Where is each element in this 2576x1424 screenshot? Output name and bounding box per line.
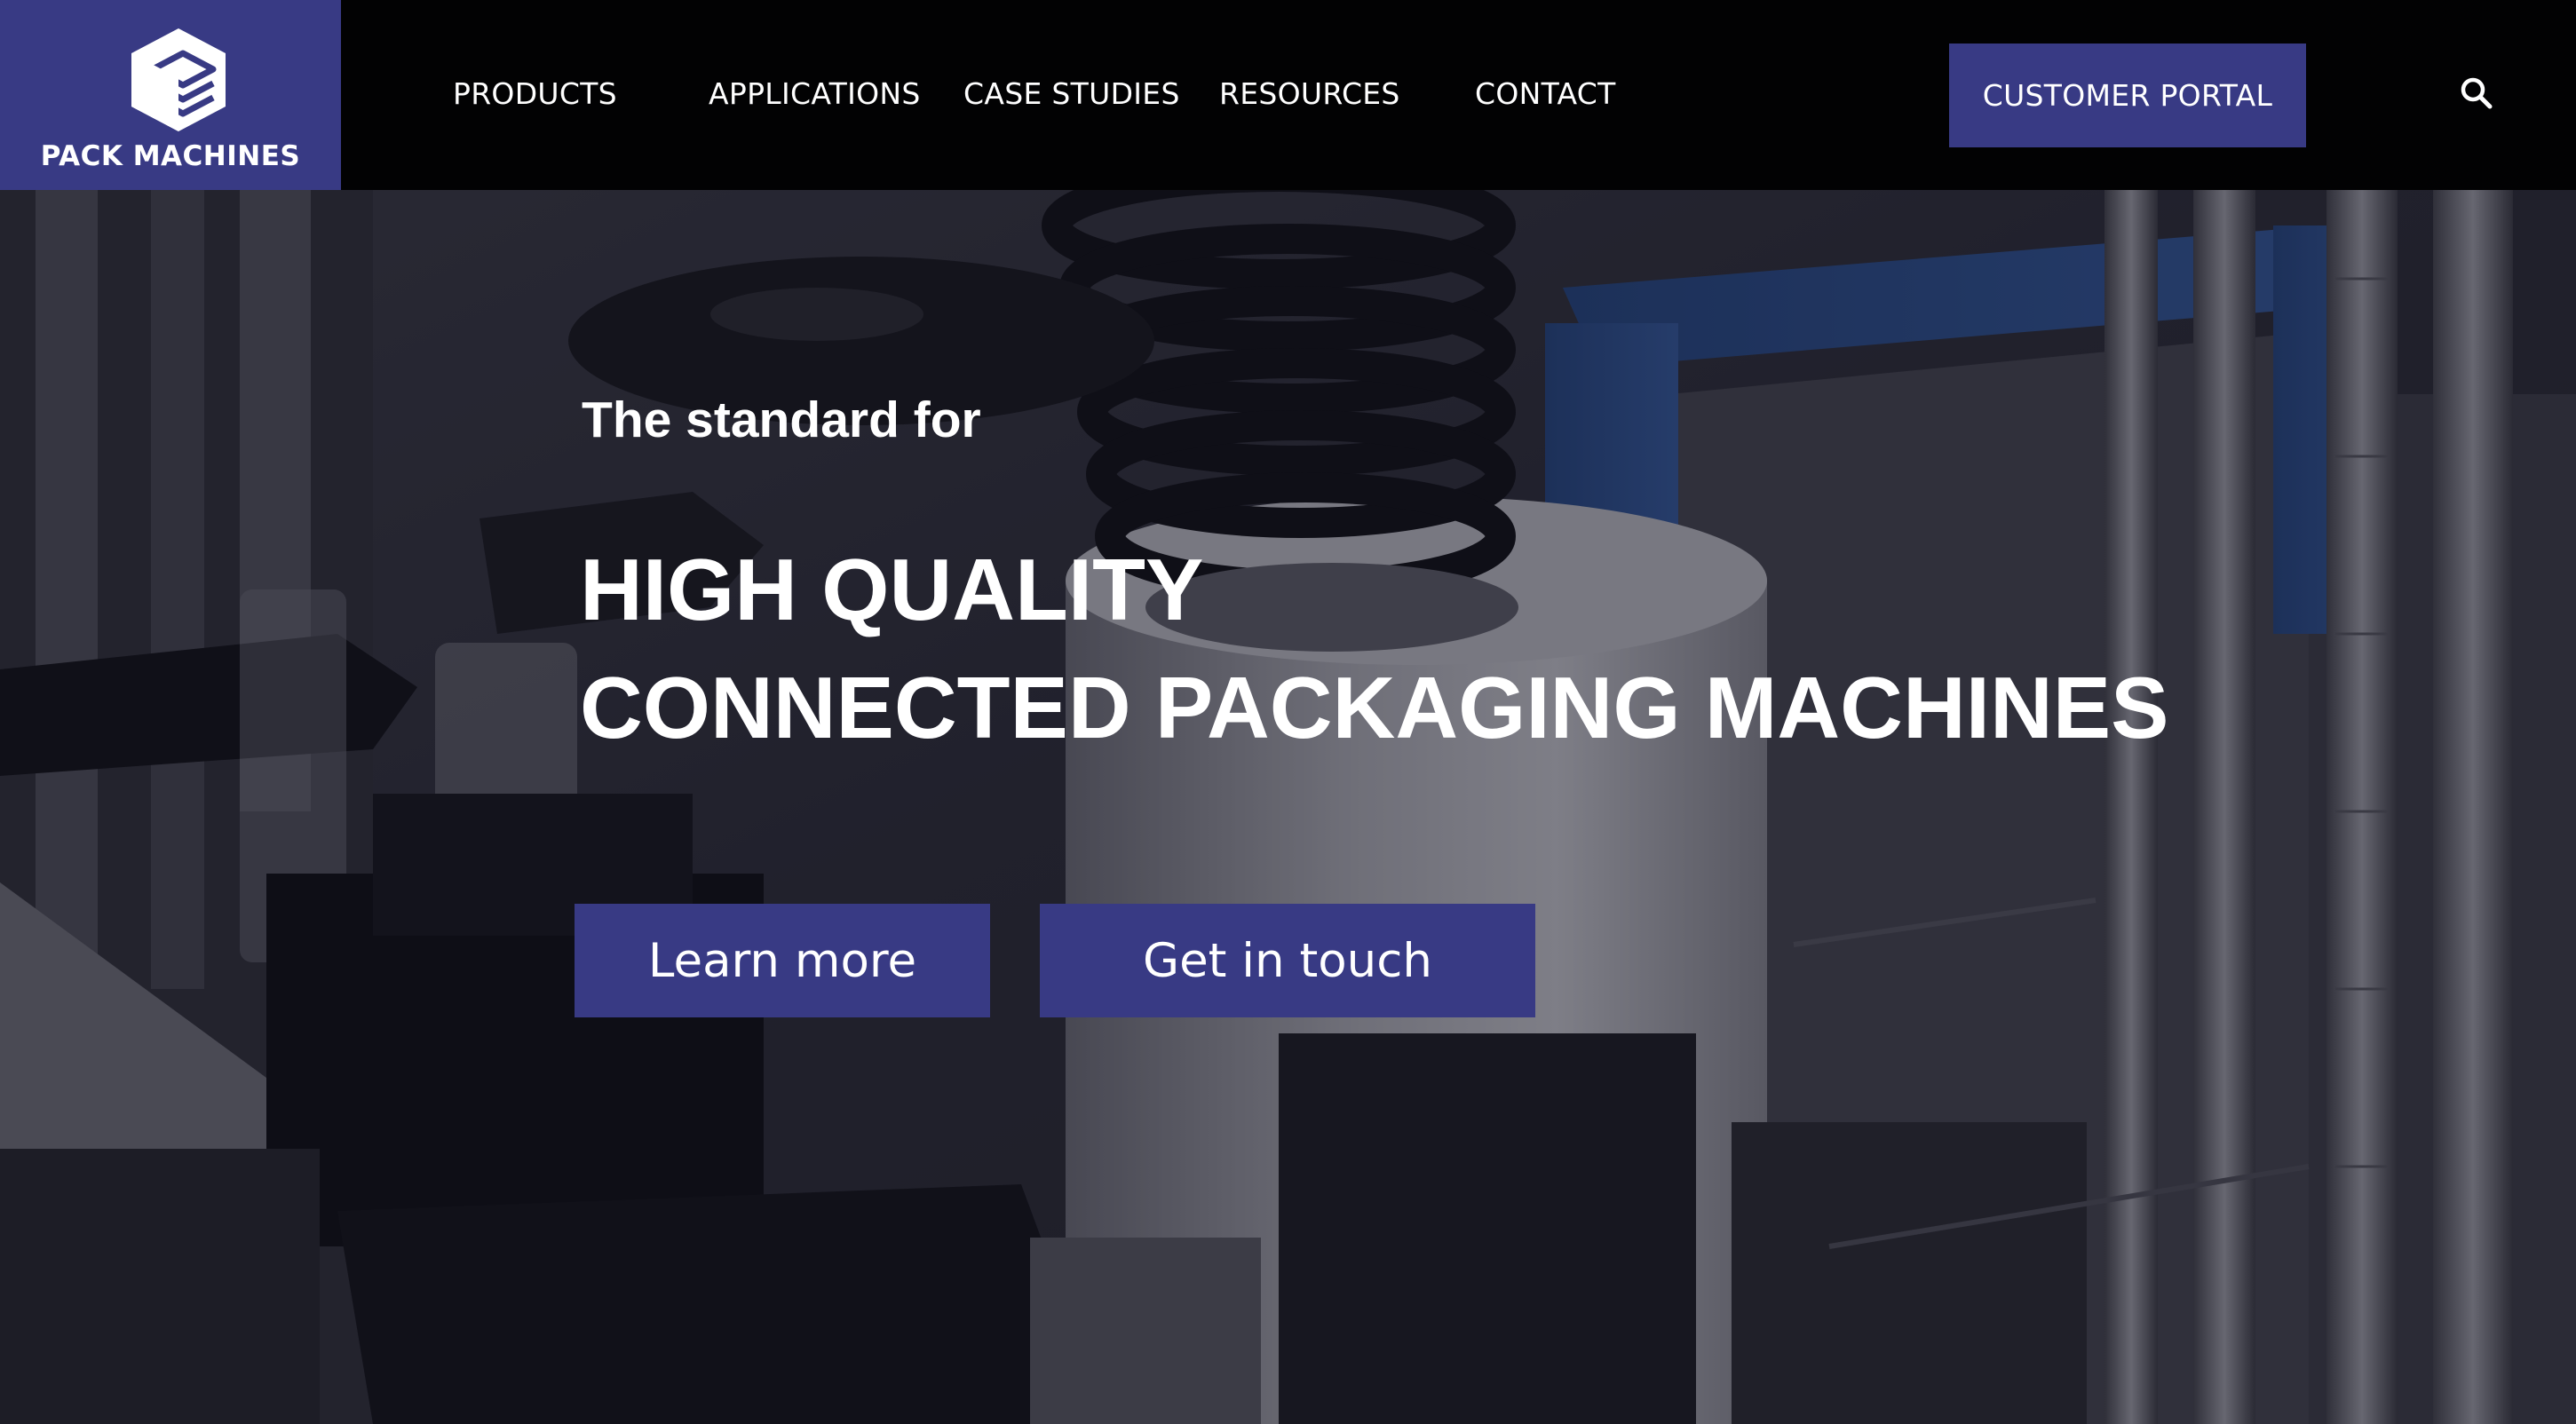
hero-headline-line-2: CONNECTED PACKAGING MACHINES bbox=[580, 659, 2169, 756]
nav-item-contact[interactable]: CONTACT bbox=[1475, 76, 1616, 111]
stacked-boxes-logo-icon bbox=[131, 28, 226, 131]
hero-section: The standard for HIGH QUALITY CONNECTED … bbox=[0, 190, 2576, 1424]
site-header: PACK MACHINES PRODUCTS APPLICATIONS CASE… bbox=[0, 0, 2576, 190]
nav-item-applications[interactable]: APPLICATIONS bbox=[709, 76, 921, 111]
brand-name: PACK MACHINES bbox=[40, 140, 301, 172]
nav-item-resources[interactable]: RESOURCES bbox=[1219, 76, 1400, 111]
hero-headline-line-1: HIGH QUALITY bbox=[580, 541, 1204, 638]
hero-eyebrow: The standard for bbox=[582, 392, 981, 448]
hero-headline: HIGH QUALITY CONNECTED PACKAGING MACHINE… bbox=[580, 531, 2168, 767]
nav-item-case-studies[interactable]: CASE STUDIES bbox=[963, 76, 1180, 111]
get-in-touch-button[interactable]: Get in touch bbox=[1040, 904, 1535, 1017]
customer-portal-button[interactable]: CUSTOMER PORTAL bbox=[1949, 44, 2306, 147]
learn-more-button[interactable]: Learn more bbox=[575, 904, 990, 1017]
nav-item-products[interactable]: PRODUCTS bbox=[453, 76, 617, 111]
search-icon[interactable] bbox=[2460, 76, 2493, 110]
brand-logo-link[interactable]: PACK MACHINES bbox=[0, 0, 341, 190]
hero-dark-overlay bbox=[0, 190, 2576, 1424]
